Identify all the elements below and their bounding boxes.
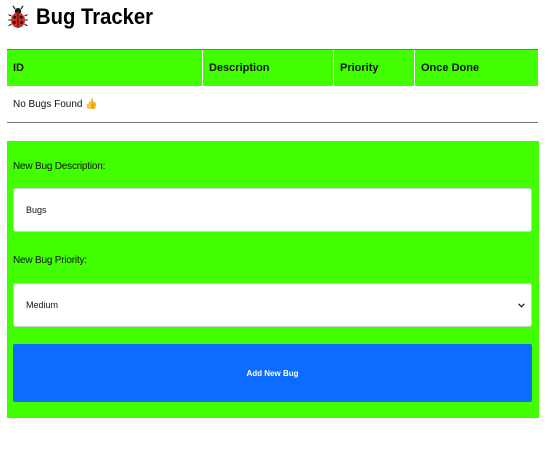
priority-label: New Bug Priority: [13, 255, 87, 266]
column-header-id: ID [7, 50, 202, 86]
priority-selected-value: Medium [26, 300, 59, 310]
bug-table: ID Description Priority Once Done No Bug… [7, 49, 538, 123]
page: Bug Tracker ID Description Priority Once… [0, 0, 550, 450]
new-bug-form: New Bug Description: Bugs New Bug Priori… [7, 141, 539, 418]
description-input[interactable]: Bugs [13, 188, 532, 232]
chevron-down-icon [518, 301, 525, 310]
description-input-value: Bugs [26, 205, 47, 215]
table-header-row: ID Description Priority Once Done [7, 50, 538, 86]
page-title: Bug Tracker [36, 4, 153, 29]
ladybug-icon [8, 5, 28, 29]
add-new-bug-button[interactable]: Add New Bug [13, 344, 532, 402]
table-row: No Bugs Found 👍 [7, 86, 538, 122]
header: Bug Tracker [8, 3, 163, 31]
priority-select[interactable]: Medium [13, 283, 532, 327]
column-header-priority: Priority [333, 50, 414, 86]
column-header-once-done: Once Done [414, 50, 538, 86]
description-label: New Bug Description: [13, 161, 106, 172]
empty-table-message: No Bugs Found 👍 [13, 98, 98, 110]
column-header-description: Description [202, 50, 333, 86]
